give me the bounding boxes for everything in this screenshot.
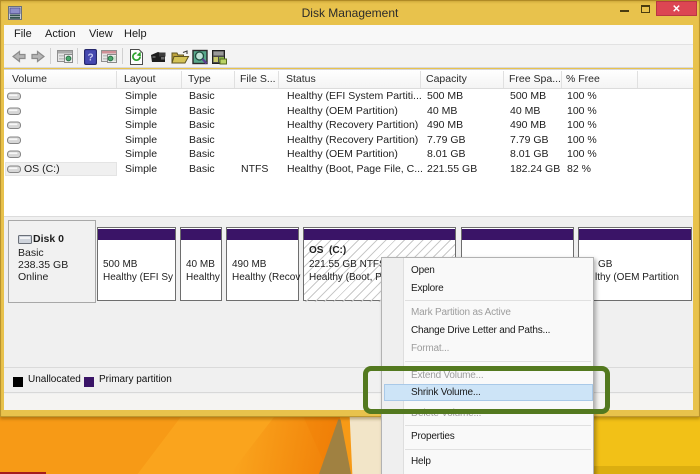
svg-text:?: ? [87,53,93,64]
